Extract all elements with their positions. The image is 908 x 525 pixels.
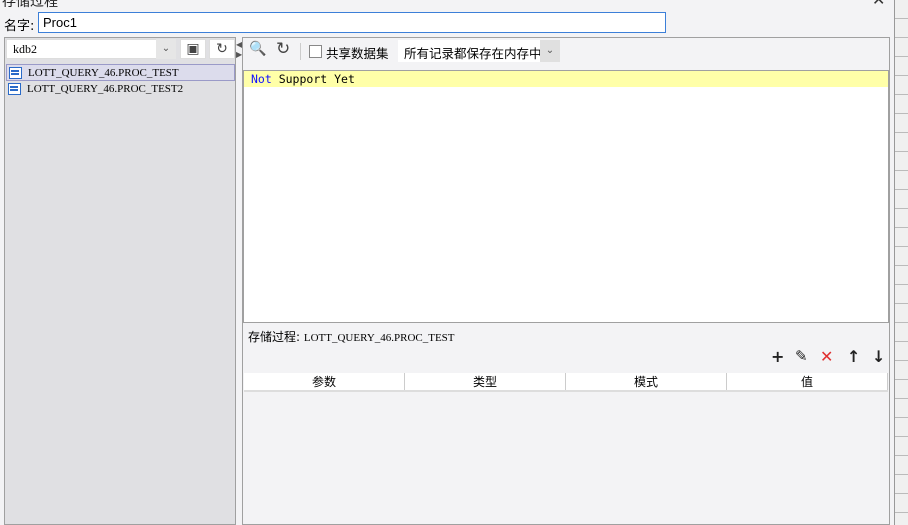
share-dataset-label: 共享数据集 [326, 46, 389, 61]
list-item-label: LOTT_QUERY_46.PROC_TEST [28, 67, 179, 79]
procedure-icon [8, 83, 21, 95]
column-header-param[interactable]: 参数 [244, 373, 405, 390]
list-item-label: LOTT_QUERY_46.PROC_TEST2 [27, 83, 184, 95]
database-select[interactable]: kdb2 [6, 39, 176, 59]
column-header-value[interactable]: 值 [727, 373, 888, 390]
editor-line: Not Support Yet [244, 71, 888, 87]
move-down-icon[interactable]: ↓ [872, 347, 885, 366]
share-dataset-checkbox[interactable] [309, 45, 322, 58]
refresh-button[interactable]: ↻ [209, 39, 235, 59]
list-item[interactable]: LOTT_QUERY_46.PROC_TEST2 [6, 81, 235, 98]
column-header-type[interactable]: 类型 [405, 373, 566, 390]
move-up-icon[interactable]: ↑ [847, 347, 860, 366]
add-icon[interactable]: + [771, 347, 784, 366]
chevron-down-icon[interactable]: ⌄ [540, 40, 560, 62]
procedure-name: 存储过程: LOTT_QUERY_46.PROC_TEST [248, 328, 455, 345]
procedure-value: LOTT_QUERY_46.PROC_TEST [303, 332, 455, 344]
procedure-icon [9, 67, 22, 79]
background-window-edge [894, 0, 908, 525]
params-table-header: 参数 类型 模式 值 [244, 373, 888, 392]
chevron-down-icon[interactable]: ⌄ [156, 39, 176, 59]
sql-editor[interactable] [243, 70, 889, 323]
edit-icon[interactable]: ✎ [795, 347, 808, 365]
preview-icon[interactable]: 🔍 [249, 41, 266, 57]
refresh-icon[interactable]: ↻ [276, 39, 290, 59]
memory-mode-select[interactable]: 所有记录都保存在内存中 [398, 40, 560, 62]
procedure-list-panel [4, 37, 236, 525]
column-header-mode[interactable]: 模式 [566, 373, 727, 390]
editor-text: Support Yet [271, 72, 355, 86]
keyword: Not [251, 72, 272, 86]
window-title: 存储过程 [2, 0, 58, 10]
list-item[interactable]: LOTT_QUERY_46.PROC_TEST [6, 64, 235, 81]
toolbar-divider [300, 43, 301, 60]
name-input[interactable] [38, 12, 666, 33]
procedure-label: 存储过程: [248, 330, 301, 344]
connection-settings-button[interactable]: ▣ [180, 39, 206, 59]
delete-icon[interactable]: ✕ [820, 347, 833, 366]
name-label: 名字: [4, 19, 35, 34]
close-button[interactable]: ✕ [872, 0, 885, 9]
